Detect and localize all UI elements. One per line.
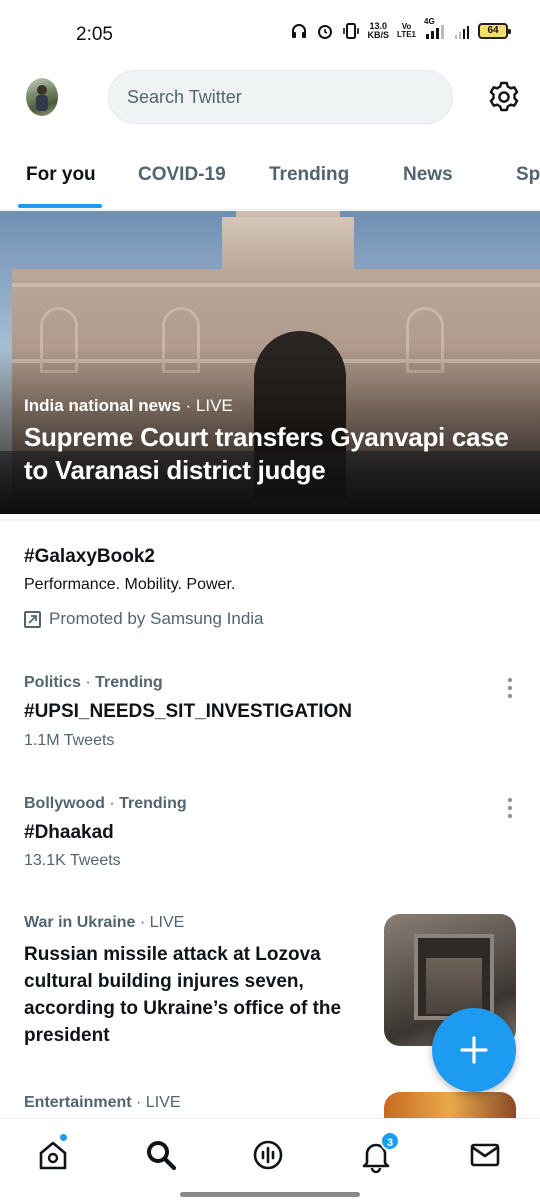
hero-live-label: LIVE bbox=[195, 396, 233, 415]
trend-tweet-count: 13.1K Tweets bbox=[24, 852, 121, 869]
promoted-by-label: Promoted by Samsung India bbox=[49, 609, 264, 628]
headphones-icon bbox=[290, 22, 308, 40]
nav-search[interactable] bbox=[143, 1137, 183, 1177]
trend-category: Bollywood bbox=[24, 795, 105, 812]
external-link-icon bbox=[24, 610, 41, 628]
status-icons: 13.0 KB/S Vo LTE1 4G 64 bbox=[290, 17, 511, 40]
network-type: 4G bbox=[424, 17, 435, 26]
compose-button[interactable] bbox=[432, 1008, 516, 1092]
gear-icon bbox=[486, 81, 522, 119]
trend-name[interactable]: #Dhaakad bbox=[24, 822, 114, 844]
volte-indicator: Vo LTE1 bbox=[397, 23, 416, 39]
trend-category: Politics bbox=[24, 674, 81, 691]
trend-tweet-count: 1.1M Tweets bbox=[24, 732, 115, 749]
trend-name[interactable]: #UPSI_NEEDS_SIT_INVESTIGATION bbox=[24, 701, 352, 723]
home-unread-dot bbox=[59, 1133, 68, 1142]
volte-bottom: LTE1 bbox=[397, 30, 416, 39]
nav-spaces[interactable] bbox=[250, 1137, 290, 1177]
hero-title: Supreme Court transfers Gyanvapi case to… bbox=[24, 422, 509, 485]
more-vertical-icon bbox=[500, 677, 520, 706]
tab-covid-19[interactable]: COVID-19 bbox=[138, 164, 226, 186]
mail-icon bbox=[467, 1143, 503, 1177]
avatar[interactable] bbox=[26, 78, 58, 116]
settings-button[interactable] bbox=[486, 79, 522, 115]
entertainment-category: Entertainment bbox=[24, 1094, 132, 1111]
trend-more-button[interactable] bbox=[500, 676, 520, 702]
search-icon bbox=[143, 1141, 179, 1177]
tab-news[interactable]: News bbox=[403, 164, 453, 186]
entertainment-thumbnail[interactable] bbox=[384, 1092, 516, 1118]
battery-icon: 64 bbox=[478, 23, 511, 39]
signal-icon: 4G bbox=[424, 17, 446, 39]
trend-meta: Bollywood · Trending bbox=[24, 795, 187, 812]
status-time: 2:05 bbox=[76, 24, 113, 45]
news-live-label: LIVE bbox=[149, 914, 185, 931]
more-vertical-icon bbox=[500, 797, 520, 826]
nav-home[interactable] bbox=[35, 1133, 75, 1177]
nav-messages[interactable] bbox=[467, 1137, 507, 1177]
tab-for-you[interactable]: For you bbox=[26, 164, 96, 186]
spaces-icon bbox=[250, 1140, 286, 1177]
trend-more-button[interactable] bbox=[500, 796, 520, 822]
network-speed: 13.0 KB/S bbox=[368, 22, 390, 40]
divider bbox=[0, 519, 540, 521]
news-title[interactable]: Russian missile attack at Lozova cultura… bbox=[24, 941, 369, 1049]
vibrate-icon bbox=[342, 22, 360, 40]
hero-meta: India national news · LIVE bbox=[24, 396, 233, 415]
signal-icon bbox=[454, 23, 470, 39]
trend-label: Trending bbox=[95, 674, 163, 691]
home-indicator[interactable] bbox=[180, 1192, 360, 1197]
trend-meta: Politics · Trending bbox=[24, 674, 163, 691]
nav-notifications[interactable]: 3 bbox=[358, 1131, 400, 1177]
promoted-description: Performance. Mobility. Power. bbox=[24, 576, 236, 593]
tab-trending[interactable]: Trending bbox=[269, 164, 349, 186]
tab-sports[interactable]: Sp bbox=[516, 164, 540, 186]
hero-category: India national news bbox=[24, 396, 181, 415]
search-input[interactable] bbox=[109, 71, 452, 123]
status-bar: 2:05 13.0 KB/S Vo LTE1 4G 64 bbox=[0, 0, 540, 70]
news-meta: War in Ukraine · LIVE bbox=[24, 914, 185, 931]
hero-story[interactable]: India national news · LIVE Supreme Court… bbox=[0, 211, 540, 514]
home-icon bbox=[35, 1141, 71, 1177]
explore-tabs: For you COVID-19 Trending News Sp bbox=[0, 150, 540, 210]
bottom-navigation: 3 bbox=[0, 1118, 540, 1200]
bell-icon bbox=[358, 1143, 394, 1177]
entertainment-meta: Entertainment · LIVE bbox=[24, 1094, 181, 1111]
promoted-by: Promoted by Samsung India bbox=[24, 609, 264, 629]
network-speed-unit: KB/S bbox=[367, 30, 390, 40]
news-category: War in Ukraine bbox=[24, 914, 136, 931]
search-box[interactable] bbox=[108, 70, 453, 124]
alarm-icon bbox=[316, 22, 334, 40]
trend-label: Trending bbox=[119, 795, 187, 812]
thumbnail-rubble bbox=[426, 958, 482, 1014]
notifications-badge: 3 bbox=[380, 1131, 400, 1151]
entertainment-live-label: LIVE bbox=[145, 1094, 181, 1111]
promoted-hashtag[interactable]: #GalaxyBook2 bbox=[24, 546, 155, 568]
active-tab-indicator bbox=[18, 204, 102, 208]
